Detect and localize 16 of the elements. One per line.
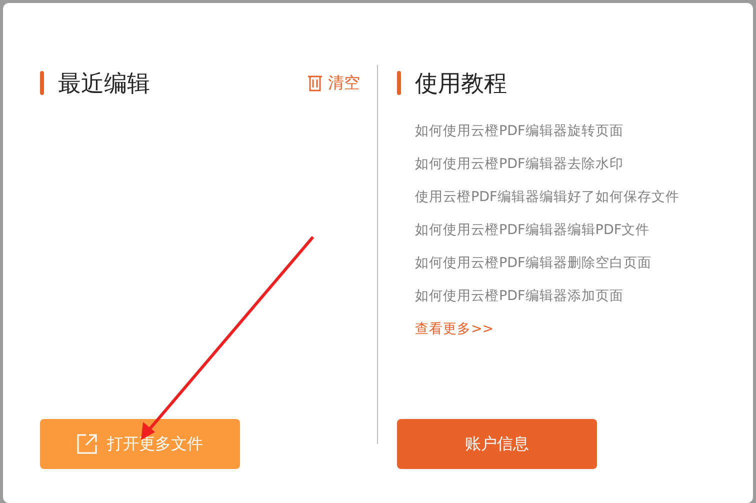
tutorial-link[interactable]: 如何使用云橙PDF编辑器去除水印 (415, 148, 697, 181)
more-link[interactable]: 查看更多>> (415, 313, 697, 346)
trash-icon (307, 74, 323, 92)
clear-button[interactable]: 清空 (307, 72, 360, 94)
tutorial-link[interactable]: 如何使用云橙PDF编辑器添加页面 (415, 280, 697, 313)
tutorial-link[interactable]: 如何使用云橙PDF编辑器编辑PDF文件 (415, 214, 697, 247)
tutorial-link[interactable]: 如何使用云橙PDF编辑器删除空白页面 (415, 247, 697, 280)
heading-marker (40, 71, 44, 95)
external-link-icon (77, 434, 97, 454)
tutorial-link[interactable]: 使用云橙PDF编辑器编辑好了如何保存文件 (415, 181, 697, 214)
section-title: 最近编辑 (58, 70, 151, 98)
section-title: 使用教程 (415, 70, 508, 98)
account-info-button[interactable]: 账户信息 (397, 419, 597, 469)
tutorial-link[interactable]: 如何使用云橙PDF编辑器旋转页面 (415, 115, 697, 148)
heading-marker (397, 71, 401, 95)
open-files-button[interactable]: 打开更多文件 (40, 419, 240, 469)
